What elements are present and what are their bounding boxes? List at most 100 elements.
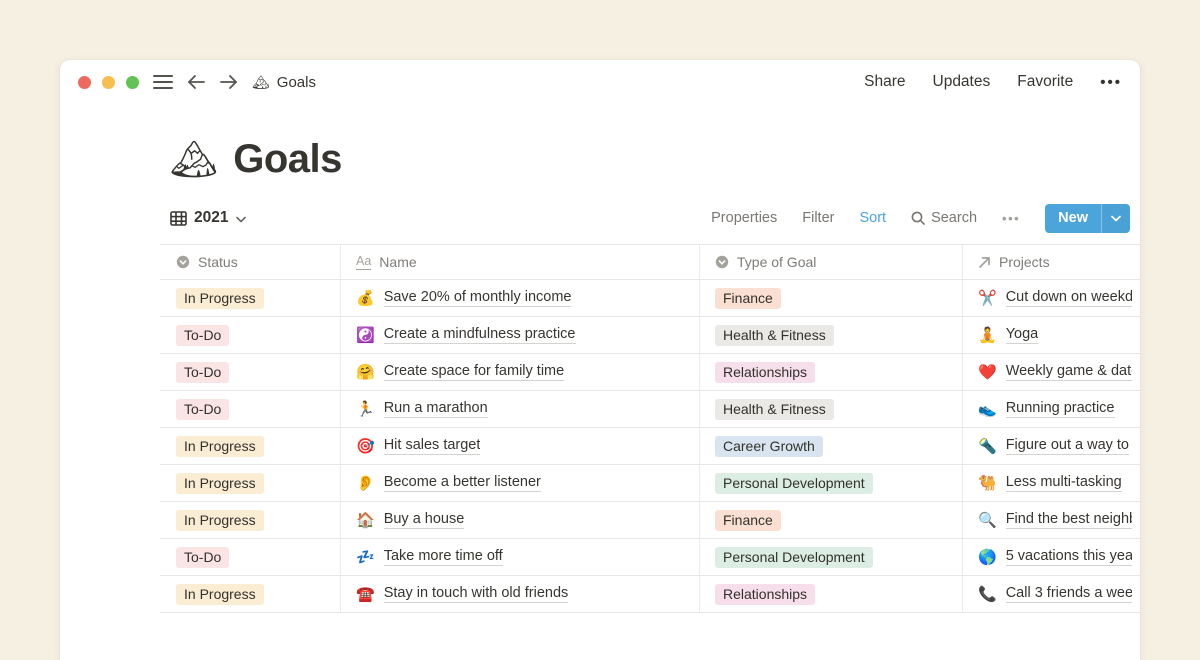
status-cell[interactable]: To-Do bbox=[160, 354, 341, 390]
column-header-status[interactable]: Status bbox=[160, 245, 341, 279]
project-title: Running practice bbox=[1006, 400, 1115, 418]
status-cell[interactable]: In Progress bbox=[160, 280, 341, 316]
name-cell[interactable]: ☯️ Create a mindfulness practice bbox=[341, 317, 700, 353]
new-button-label[interactable]: New bbox=[1045, 204, 1101, 233]
name-cell[interactable]: 💤 Take more time off bbox=[341, 539, 700, 575]
type-of-goal-cell[interactable]: Relationships bbox=[700, 354, 963, 390]
type-of-goal-cell[interactable]: Finance bbox=[700, 502, 963, 538]
name-cell[interactable]: 🏠 Buy a house bbox=[341, 502, 700, 538]
status-cell[interactable]: To-Do bbox=[160, 391, 341, 427]
projects-cell[interactable]: 📞 Call 3 friends a wee bbox=[963, 576, 1140, 612]
type-of-goal-cell[interactable]: Health & Fitness bbox=[700, 317, 963, 353]
status-cell[interactable]: In Progress bbox=[160, 576, 341, 612]
view-switcher[interactable]: 2021 bbox=[170, 209, 246, 227]
column-header-type-of-goal[interactable]: Type of Goal bbox=[700, 245, 963, 279]
projects-cell[interactable]: ❤️ Weekly game & date bbox=[963, 354, 1140, 390]
project-emoji: 🌎 bbox=[978, 550, 997, 565]
type-of-goal-cell[interactable]: Career Growth bbox=[700, 428, 963, 464]
goal-emoji: 🏠 bbox=[356, 513, 375, 528]
name-cell[interactable]: 🎯 Hit sales target bbox=[341, 428, 700, 464]
type-of-goal-badge: Finance bbox=[715, 288, 781, 309]
projects-cell[interactable]: 🔍 Find the best neighb bbox=[963, 502, 1140, 538]
status-cell[interactable]: To-Do bbox=[160, 539, 341, 575]
goal-title: Become a better listener bbox=[384, 474, 541, 492]
name-cell[interactable]: 💰 Save 20% of monthly income bbox=[341, 280, 700, 316]
column-header-projects[interactable]: Projects bbox=[963, 245, 1140, 279]
search-button[interactable]: Search bbox=[911, 210, 977, 226]
project-link[interactable]: 🧘 Yoga bbox=[978, 326, 1038, 344]
page-link[interactable]: 🤗 Create space for family time bbox=[356, 363, 564, 381]
goal-title: Save 20% of monthly income bbox=[384, 289, 572, 307]
page-link[interactable]: 🏠 Buy a house bbox=[356, 511, 464, 529]
page-link[interactable]: ☯️ Create a mindfulness practice bbox=[356, 326, 576, 344]
type-of-goal-cell[interactable]: Personal Development bbox=[700, 465, 963, 501]
forward-arrow-icon[interactable] bbox=[220, 75, 237, 89]
status-cell[interactable]: In Progress bbox=[160, 428, 341, 464]
minimize-window-button[interactable] bbox=[102, 76, 115, 89]
table-row: To-Do 🤗 Create space for family time Rel… bbox=[160, 354, 1140, 391]
project-emoji: 📞 bbox=[978, 587, 997, 602]
view-more-options-icon[interactable]: ••• bbox=[1002, 211, 1020, 226]
name-cell[interactable]: 🏃 Run a marathon bbox=[341, 391, 700, 427]
goal-title: Take more time off bbox=[384, 548, 503, 566]
favorite-button[interactable]: Favorite bbox=[1017, 73, 1073, 91]
status-badge: In Progress bbox=[176, 473, 264, 494]
status-badge: To-Do bbox=[176, 362, 229, 383]
page-link[interactable]: 🎯 Hit sales target bbox=[356, 437, 480, 455]
type-of-goal-cell[interactable]: Relationships bbox=[700, 576, 963, 612]
status-cell[interactable]: In Progress bbox=[160, 465, 341, 501]
breadcrumb[interactable]: 🏔 Goals bbox=[252, 74, 316, 91]
page-link[interactable]: 👂 Become a better listener bbox=[356, 474, 541, 492]
projects-cell[interactable]: 👟 Running practice bbox=[963, 391, 1140, 427]
project-link[interactable]: 🔍 Find the best neighb bbox=[978, 511, 1132, 529]
page-link[interactable]: 💤 Take more time off bbox=[356, 548, 503, 566]
updates-button[interactable]: Updates bbox=[933, 73, 991, 91]
breadcrumb-page-emoji: 🏔 bbox=[252, 74, 270, 91]
name-cell[interactable]: 🤗 Create space for family time bbox=[341, 354, 700, 390]
project-link[interactable]: ✂️ Cut down on weekd bbox=[978, 289, 1132, 307]
properties-button[interactable]: Properties bbox=[711, 210, 777, 226]
name-cell[interactable]: ☎️ Stay in touch with old friends bbox=[341, 576, 700, 612]
share-button[interactable]: Share bbox=[864, 73, 905, 91]
more-options-icon[interactable]: ••• bbox=[1100, 74, 1122, 91]
back-arrow-icon[interactable] bbox=[188, 75, 205, 89]
project-link[interactable]: ❤️ Weekly game & date bbox=[978, 363, 1132, 381]
type-of-goal-cell[interactable]: Finance bbox=[700, 280, 963, 316]
project-title: 5 vacations this yea bbox=[1006, 548, 1132, 566]
project-emoji: ✂️ bbox=[978, 291, 997, 306]
column-label: Type of Goal bbox=[737, 254, 816, 270]
type-of-goal-cell[interactable]: Health & Fitness bbox=[700, 391, 963, 427]
type-of-goal-cell[interactable]: Personal Development bbox=[700, 539, 963, 575]
project-emoji: ❤️ bbox=[978, 365, 997, 380]
zoom-window-button[interactable] bbox=[126, 76, 139, 89]
project-emoji: 🔦 bbox=[978, 439, 997, 454]
status-badge: In Progress bbox=[176, 584, 264, 605]
project-link[interactable]: 🔦 Figure out a way to bbox=[978, 437, 1129, 455]
sort-button[interactable]: Sort bbox=[859, 210, 886, 226]
new-button[interactable]: New bbox=[1045, 204, 1130, 233]
notion-window: 🏔 Goals Share Updates Favorite ••• 🏔 Goa… bbox=[60, 60, 1140, 660]
status-cell[interactable]: To-Do bbox=[160, 317, 341, 353]
projects-cell[interactable]: ✂️ Cut down on weekd bbox=[963, 280, 1140, 316]
column-header-name[interactable]: Aa Name bbox=[341, 245, 700, 279]
projects-cell[interactable]: 🌎 5 vacations this yea bbox=[963, 539, 1140, 575]
sidebar-toggle-icon[interactable] bbox=[153, 74, 173, 90]
close-window-button[interactable] bbox=[78, 76, 91, 89]
projects-cell[interactable]: 🧘 Yoga bbox=[963, 317, 1140, 353]
project-link[interactable]: 🌎 5 vacations this yea bbox=[978, 548, 1132, 566]
page-link[interactable]: 🏃 Run a marathon bbox=[356, 400, 488, 418]
page-link[interactable]: 💰 Save 20% of monthly income bbox=[356, 289, 571, 307]
project-title: Less multi-tasking bbox=[1006, 474, 1122, 492]
project-link[interactable]: 👟 Running practice bbox=[978, 400, 1115, 418]
page-title: Goals bbox=[233, 137, 342, 182]
page-link[interactable]: ☎️ Stay in touch with old friends bbox=[356, 585, 568, 603]
project-link[interactable]: 🐫 Less multi-tasking bbox=[978, 474, 1122, 492]
name-cell[interactable]: 👂 Become a better listener bbox=[341, 465, 700, 501]
project-link[interactable]: 📞 Call 3 friends a wee bbox=[978, 585, 1132, 603]
projects-cell[interactable]: 🐫 Less multi-tasking bbox=[963, 465, 1140, 501]
new-dropdown-chevron-icon[interactable] bbox=[1101, 204, 1130, 233]
type-of-goal-badge: Personal Development bbox=[715, 547, 873, 568]
status-cell[interactable]: In Progress bbox=[160, 502, 341, 538]
filter-button[interactable]: Filter bbox=[802, 210, 834, 226]
projects-cell[interactable]: 🔦 Figure out a way to bbox=[963, 428, 1140, 464]
